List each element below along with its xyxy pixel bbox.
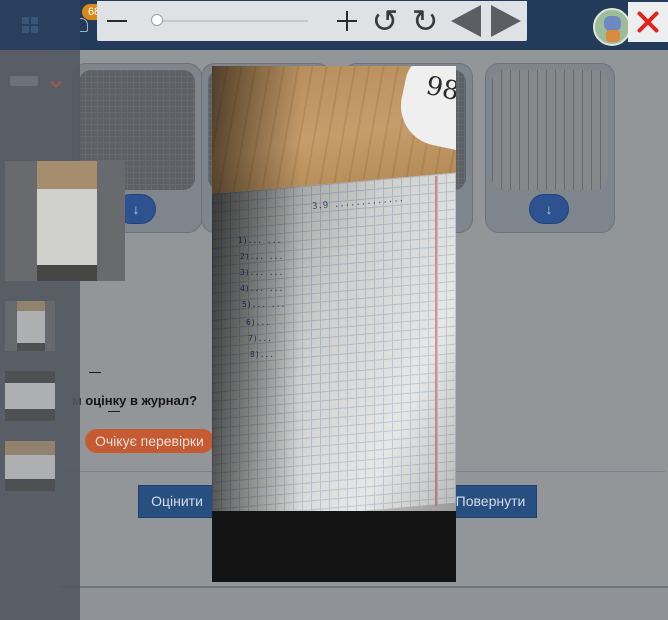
return-button[interactable]: Повернути [444, 485, 537, 518]
journal-question: м оцінку в журнал? [72, 393, 198, 408]
sidebar-thumbnail-active[interactable] [5, 161, 125, 281]
zoom-slider[interactable] [153, 20, 308, 22]
sidebar-thumbnail[interactable] [5, 371, 55, 421]
close-icon[interactable] [628, 2, 668, 42]
empty-field-dash [89, 372, 101, 373]
empty-field-dash [108, 411, 120, 412]
thumbnail-sidebar [0, 0, 125, 620]
previous-image-icon[interactable] [451, 5, 481, 37]
avatar-head-icon [604, 16, 621, 31]
sidebar-header [0, 0, 80, 50]
chevron-down-icon[interactable] [50, 76, 62, 88]
avatar[interactable] [593, 8, 631, 46]
zoom-in-icon-vertical[interactable] [346, 11, 348, 31]
sidebar-thumbnail[interactable] [5, 301, 55, 351]
attachment-thumbnail[interactable] [492, 70, 608, 190]
photo-viewer-image[interactable]: 98 3.9 ............. 1)... ... 2)... ...… [212, 66, 456, 582]
sidebar-label [10, 76, 38, 86]
grid-icon[interactable] [22, 17, 38, 33]
zoom-out-icon[interactable] [107, 20, 127, 22]
attachment-card[interactable]: ↓ [485, 63, 615, 233]
viewer-toolbar: ↺ ↻ [97, 1, 527, 41]
next-image-icon[interactable] [491, 5, 521, 37]
grade-button[interactable]: Оцінити [138, 485, 216, 518]
rotate-left-icon[interactable]: ↺ [370, 3, 400, 39]
avatar-body-icon [606, 30, 620, 42]
status-badge: Очікує перевірки [85, 429, 214, 453]
download-button[interactable]: ↓ [529, 194, 569, 224]
zoom-slider-handle[interactable] [151, 14, 163, 26]
rotate-right-icon[interactable]: ↻ [410, 3, 440, 39]
sidebar-thumbnail[interactable] [5, 441, 55, 491]
